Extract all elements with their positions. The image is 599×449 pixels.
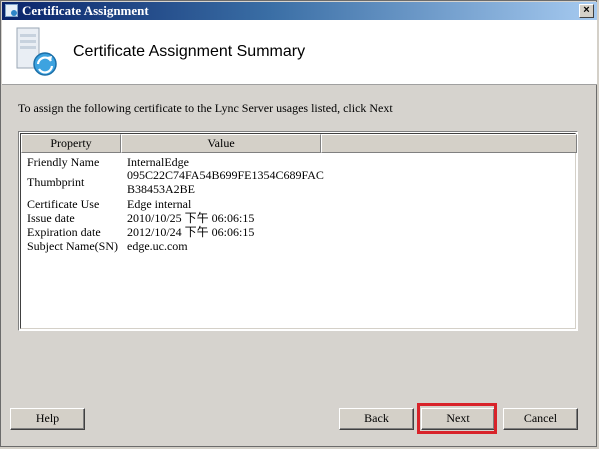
certificate-server-icon [16,27,57,76]
property-value: 095C22C74FA54B699FE1354C689FAC [127,168,324,182]
page-title: Certificate Assignment Summary [73,43,306,60]
property-name: Issue date [27,211,75,225]
property-value: 2012/10/24 下午 06:06:15 [127,225,255,239]
property-value-continued: B38453A2BE [127,182,196,196]
property-value: Edge internal [127,197,192,211]
next-button[interactable]: Next [421,408,495,430]
column-header-property[interactable]: Property [21,134,121,153]
property-name: Certificate Use [27,197,100,211]
certificate-assignment-window: Certificate Assignment × Certificate Ass… [0,0,597,447]
wizard-header: Certificate Assignment Summary [2,20,597,85]
cancel-button[interactable]: Cancel [503,408,578,430]
back-button[interactable]: Back [339,408,414,430]
property-name: Friendly Name [27,155,100,169]
property-name: Thumbprint [27,175,85,189]
column-header-empty [321,134,577,153]
property-value: 2010/10/25 下午 06:06:15 [127,211,255,225]
certificate-summary-list[interactable]: Property Value Friendly Name InternalEdg… [18,131,578,331]
column-header-value[interactable]: Value [121,134,321,153]
title-bar[interactable]: Certificate Assignment × [2,2,597,20]
property-name: Expiration date [27,225,101,239]
list-header: Property Value [21,134,577,153]
close-button[interactable]: × [579,4,594,18]
property-value: edge.uc.com [127,239,188,253]
property-name: Subject Name(SN) [27,239,118,253]
app-icon [5,4,18,17]
instruction-text: To assign the following certificate to t… [18,101,393,115]
help-button[interactable]: Help [10,408,85,430]
window-title: Certificate Assignment [22,3,149,18]
